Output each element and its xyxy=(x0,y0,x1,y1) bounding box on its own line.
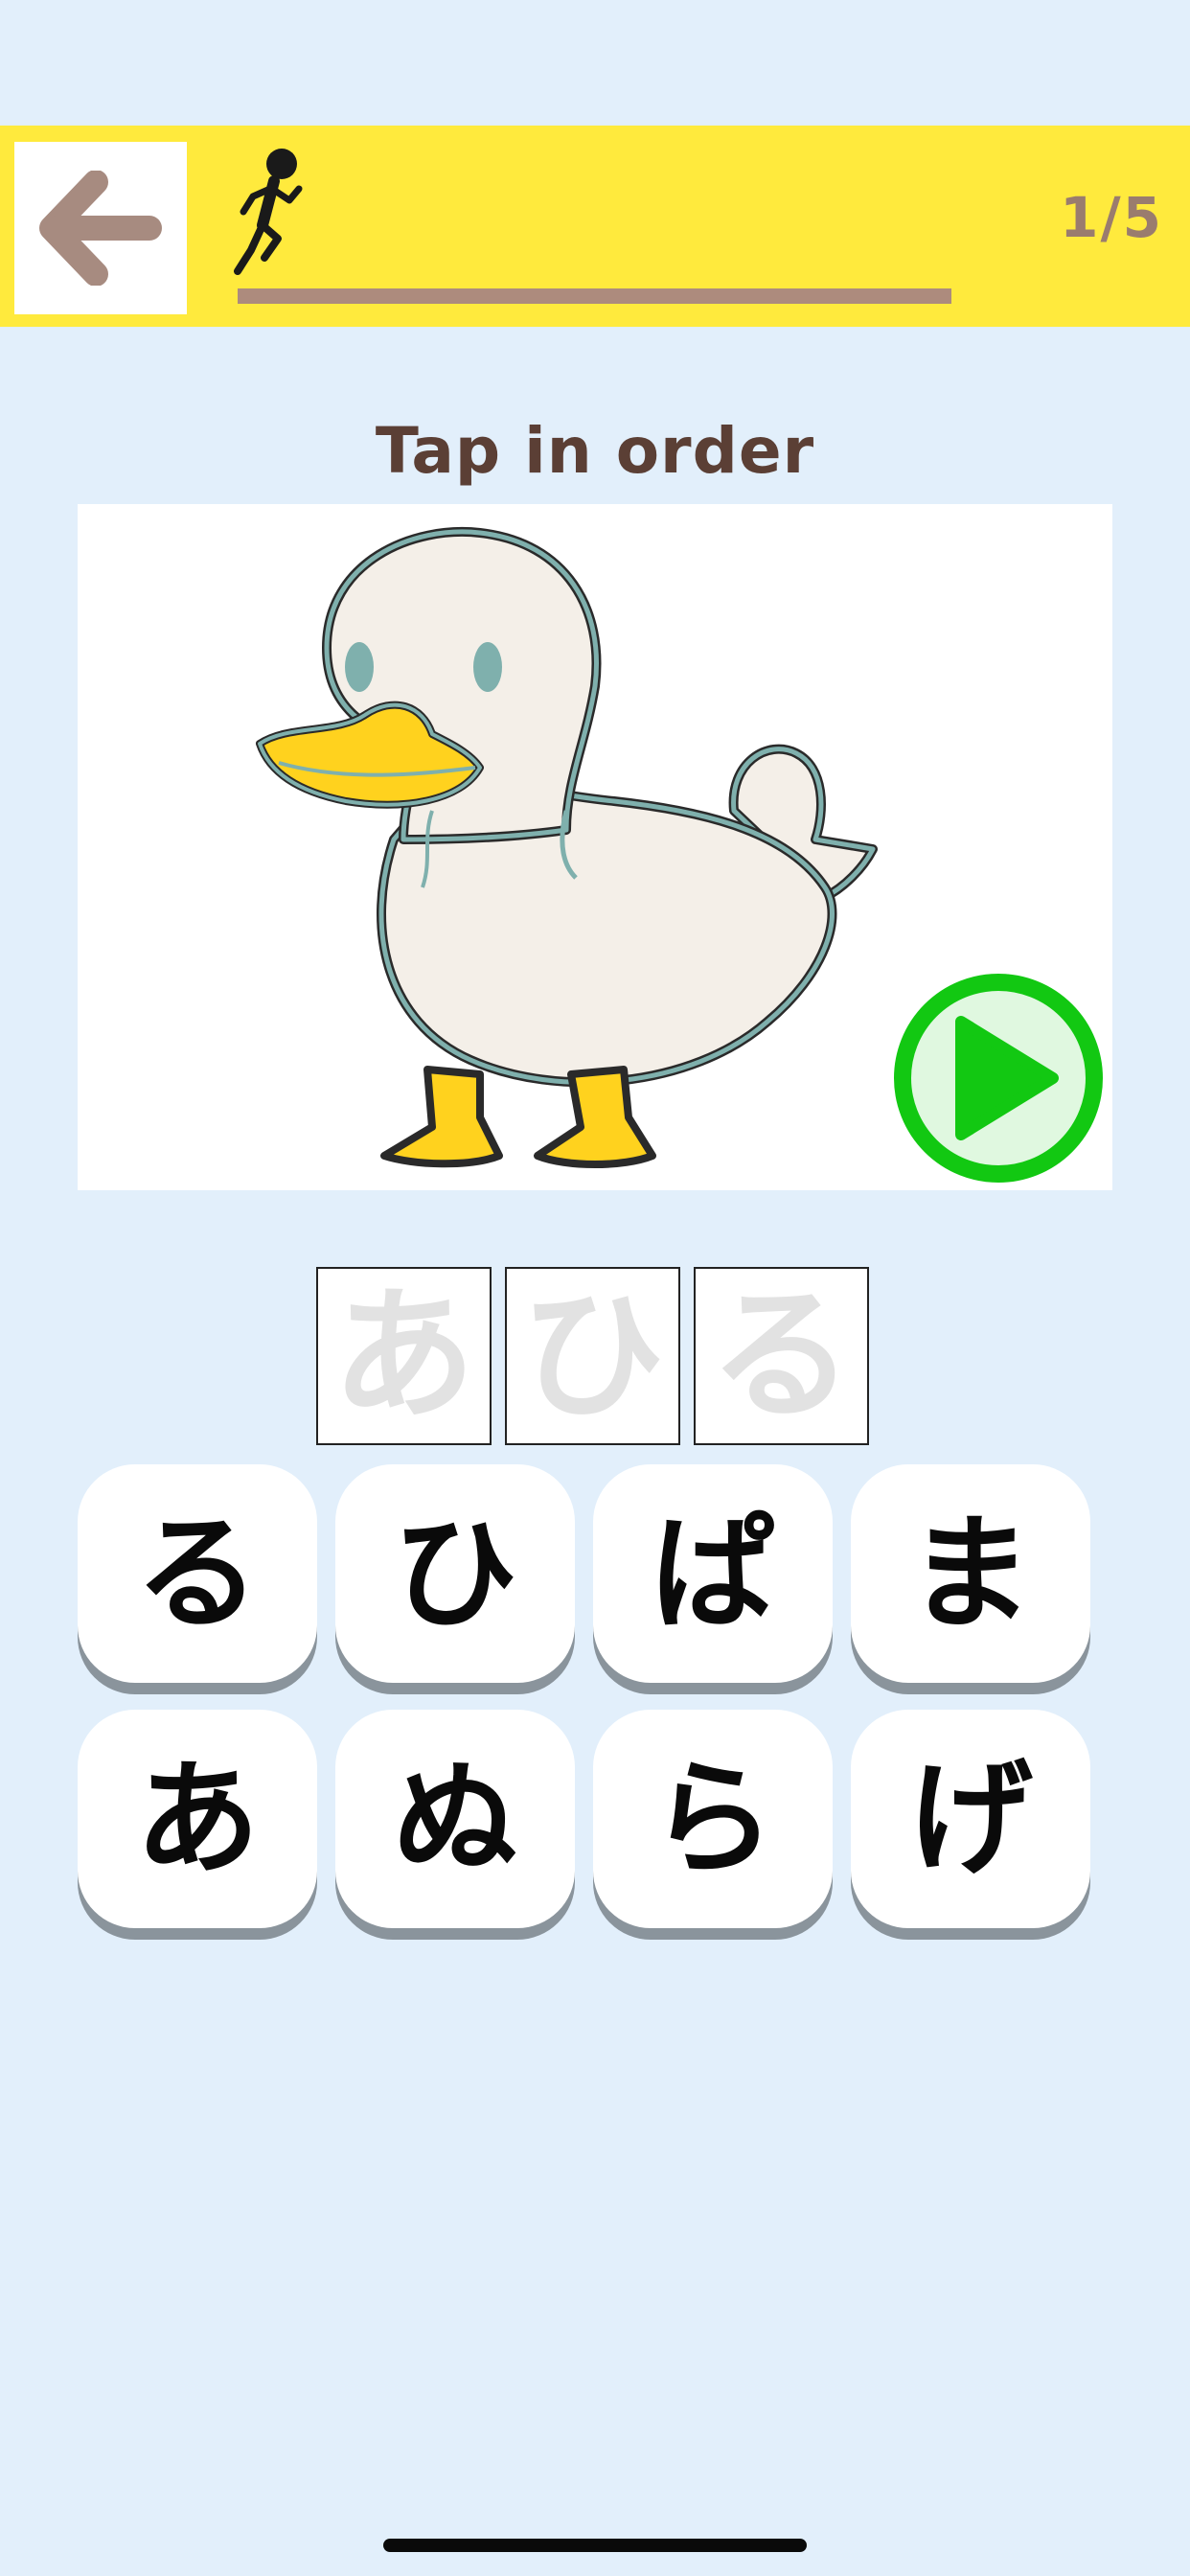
letter-tile[interactable]: る xyxy=(78,1464,317,1683)
instruction-text: Tap in order xyxy=(375,414,815,488)
question-image-panel xyxy=(78,504,1112,1190)
answer-slot-3[interactable]: る xyxy=(694,1267,869,1445)
letter-tile[interactable]: ぱ xyxy=(593,1464,833,1683)
letter-tile[interactable]: ま xyxy=(851,1464,1090,1683)
duck-illustration xyxy=(256,527,878,1168)
arrow-left-icon xyxy=(39,171,162,286)
progress-counter: 1/5 xyxy=(1060,185,1163,250)
letter-tile[interactable]: ひ xyxy=(335,1464,575,1683)
letter-tile[interactable]: げ xyxy=(851,1710,1090,1928)
letter-tile[interactable]: ら xyxy=(593,1710,833,1928)
progress-track xyxy=(238,288,951,304)
running-person-icon xyxy=(234,149,303,275)
letter-tile[interactable]: ぬ xyxy=(335,1710,575,1928)
play-icon xyxy=(894,974,1103,1183)
answer-slots: あ ひ る xyxy=(316,1267,869,1445)
answer-slot-2[interactable]: ひ xyxy=(505,1267,680,1445)
back-button[interactable] xyxy=(14,142,187,314)
letter-tile-grid: る ひ ぱ ま あ ぬ ら げ xyxy=(78,1464,1095,1928)
play-audio-button[interactable] xyxy=(892,972,1105,1184)
progress-bar xyxy=(230,145,958,308)
answer-slot-1[interactable]: あ xyxy=(316,1267,492,1445)
home-indicator[interactable] xyxy=(383,2539,807,2552)
letter-tile[interactable]: あ xyxy=(78,1710,317,1928)
top-bar: 1/5 xyxy=(0,126,1190,327)
